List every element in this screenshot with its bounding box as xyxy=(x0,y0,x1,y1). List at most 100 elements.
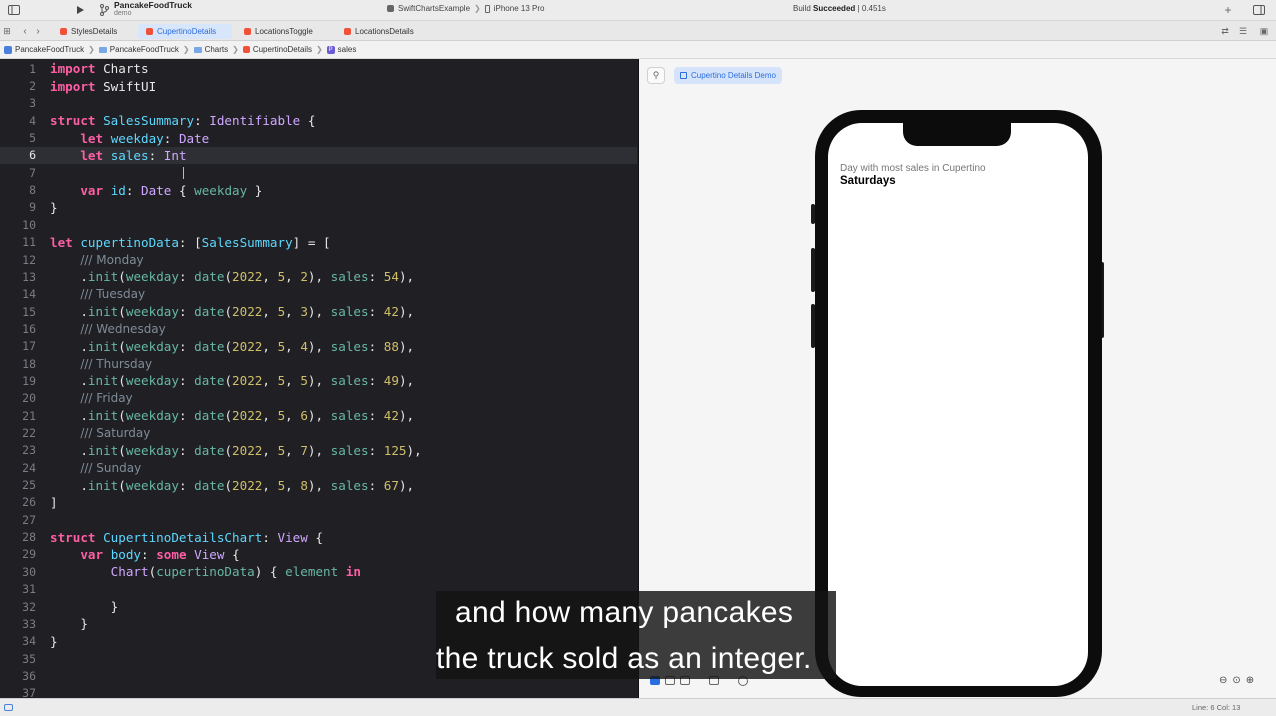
tab-cupertino-details[interactable]: CupertinoDetails xyxy=(138,24,232,39)
breadcrumb-item-folder[interactable]: PancakeFoodTruck xyxy=(98,45,179,54)
code-line[interactable]: 27 xyxy=(0,511,637,528)
line-number: 15 xyxy=(22,304,36,319)
code-token: ( xyxy=(118,269,126,285)
code-line[interactable]: 16 /// Wednesday xyxy=(0,320,637,337)
add-icon[interactable]: + xyxy=(1221,3,1235,17)
code-line[interactable]: 28 struct CupertinoDetailsChart: View { xyxy=(0,528,637,545)
code-line[interactable]: 30 Chart(cupertinoData) { element in xyxy=(0,563,637,580)
code-line[interactable]: 18 /// Thursday xyxy=(0,355,637,372)
code-line[interactable]: 26] xyxy=(0,494,637,511)
code-line[interactable]: 19 . init(weekday: date(2022, 5, 5), sale… xyxy=(0,372,637,389)
zoom-fit-icon[interactable]: ⊙ xyxy=(1232,675,1240,686)
code-token: : xyxy=(178,408,195,424)
breadcrumb-item-charts[interactable]: Charts xyxy=(193,45,228,54)
code-token: , xyxy=(262,408,278,424)
code-line[interactable]: 7 xyxy=(0,164,637,181)
zoom-in-icon[interactable]: ⊕ xyxy=(1246,675,1254,686)
phone-screen: Day with most sales in Cupertino Saturda… xyxy=(828,123,1088,686)
preview-caption: Day with most sales in Cupertino xyxy=(840,163,986,174)
code-line[interactable]: 12 /// Monday xyxy=(0,251,637,268)
code-token: 2022 xyxy=(232,269,263,285)
code-line[interactable]: 1 import Charts xyxy=(0,60,637,77)
code-token: ), xyxy=(398,373,415,389)
pin-icon[interactable]: ⚲ xyxy=(647,67,665,84)
code-token: : xyxy=(368,477,384,493)
line-number: 37 xyxy=(22,686,36,698)
code-token: . xyxy=(50,373,88,389)
code-line[interactable]: 15 . init(weekday: date(2022, 5, 3), sale… xyxy=(0,303,637,320)
code-token: 7 xyxy=(300,442,308,458)
code-line[interactable]: 9} xyxy=(0,199,637,216)
code-token: some xyxy=(156,546,187,562)
scheme-selector[interactable]: SwiftChartsExample ❯ iPhone 13 Pro xyxy=(387,4,544,13)
sidebar-toggle-icon[interactable] xyxy=(7,3,21,17)
forward-icon[interactable]: › xyxy=(31,24,45,38)
code-line[interactable]: 4 struct SalesSummary: Identifiable { xyxy=(0,112,637,129)
code-line[interactable]: 13 . init(weekday: date(2022, 5, 2), sale… xyxy=(0,268,637,285)
code-line[interactable]: 5 let weekday: Date xyxy=(0,129,637,146)
related-items-icon[interactable]: ⇄ xyxy=(1218,24,1232,38)
editor-options-icon[interactable]: ☰ xyxy=(1236,24,1250,38)
line-number: 31 xyxy=(22,582,36,597)
code-token: sales xyxy=(330,477,369,493)
code-token: 2022 xyxy=(232,338,263,354)
breadcrumb-item-project[interactable]: PancakeFoodTruck xyxy=(4,45,84,54)
run-icon[interactable] xyxy=(73,3,87,17)
debug-area-toggle-icon[interactable] xyxy=(4,704,13,711)
code-token: , xyxy=(285,338,301,354)
code-token: : xyxy=(178,373,195,389)
code-token: init xyxy=(87,442,119,458)
code-token: /// Monday xyxy=(80,252,144,267)
code-line[interactable]: 22 /// Saturday xyxy=(0,424,637,441)
line-number: 10 xyxy=(22,217,36,232)
code-line[interactable]: 23 . init(weekday: date(2022, 5, 7), sale… xyxy=(0,442,637,459)
code-token: /// Saturday xyxy=(80,426,151,441)
code-token: ), xyxy=(398,304,415,320)
swift-file-icon xyxy=(344,28,351,35)
code-line[interactable]: 3 xyxy=(0,95,637,112)
breadcrumb-item-file[interactable]: CupertinoDetails xyxy=(242,45,312,54)
code-line[interactable]: 21 . init(weekday: date(2022, 5, 6), sale… xyxy=(0,407,637,424)
code-token: , xyxy=(262,269,278,285)
tab-locations-details[interactable]: LocationsDetails xyxy=(336,24,422,39)
grid-icon[interactable]: ⊞ xyxy=(0,24,14,38)
back-icon[interactable]: ‹ xyxy=(18,24,32,38)
code-token: 125 xyxy=(383,442,407,458)
code-line[interactable]: 8 var id: Date { weekday } xyxy=(0,181,637,198)
code-token: element xyxy=(285,564,339,580)
tab-styles-details[interactable]: StylesDetails xyxy=(52,24,125,39)
code-line[interactable]: 29 var body: some View { xyxy=(0,546,637,563)
code-token: : [ xyxy=(178,234,202,250)
code-line[interactable]: 20 /// Friday xyxy=(0,390,637,407)
code-line[interactable]: 2 import SwiftUI xyxy=(0,77,637,94)
code-token: date xyxy=(194,269,225,285)
code-token: 2022 xyxy=(232,304,263,320)
code-line[interactable]: 25 . init(weekday: date(2022, 5, 8), sale… xyxy=(0,476,637,493)
zoom-out-icon[interactable]: ⊖ xyxy=(1219,675,1227,686)
code-token: sales xyxy=(330,373,369,389)
code-line[interactable]: 6 let sales: Int xyxy=(0,146,637,165)
code-token: ), xyxy=(398,338,415,354)
code-line[interactable]: 14 /// Tuesday xyxy=(0,286,637,303)
inspector-toggle-icon[interactable] xyxy=(1252,3,1266,17)
preview-tab[interactable]: Cupertino Details Demo xyxy=(674,67,782,84)
code-line[interactable]: 17 . init(weekday: date(2022, 5, 4), sale… xyxy=(0,338,637,355)
code-token: . xyxy=(50,338,88,354)
code-token: } xyxy=(50,633,58,649)
code-line[interactable]: 24 /// Sunday xyxy=(0,459,637,476)
code-token: weekday xyxy=(125,477,179,493)
code-token: } xyxy=(50,616,88,632)
line-number: 14 xyxy=(22,287,36,302)
code-line[interactable]: 11 let cupertinoData: [SalesSummary] = [ xyxy=(0,234,637,251)
swift-file-icon xyxy=(242,46,250,53)
code-token: let xyxy=(80,130,104,146)
tab-locations-toggle[interactable]: LocationsToggle xyxy=(236,24,321,39)
split-editor-icon[interactable]: ▣ xyxy=(1257,24,1271,38)
code-line[interactable]: 37 xyxy=(0,685,637,698)
code-line[interactable]: 10 xyxy=(0,216,637,233)
breadcrumb-item-symbol[interactable]: P sales xyxy=(326,45,356,54)
